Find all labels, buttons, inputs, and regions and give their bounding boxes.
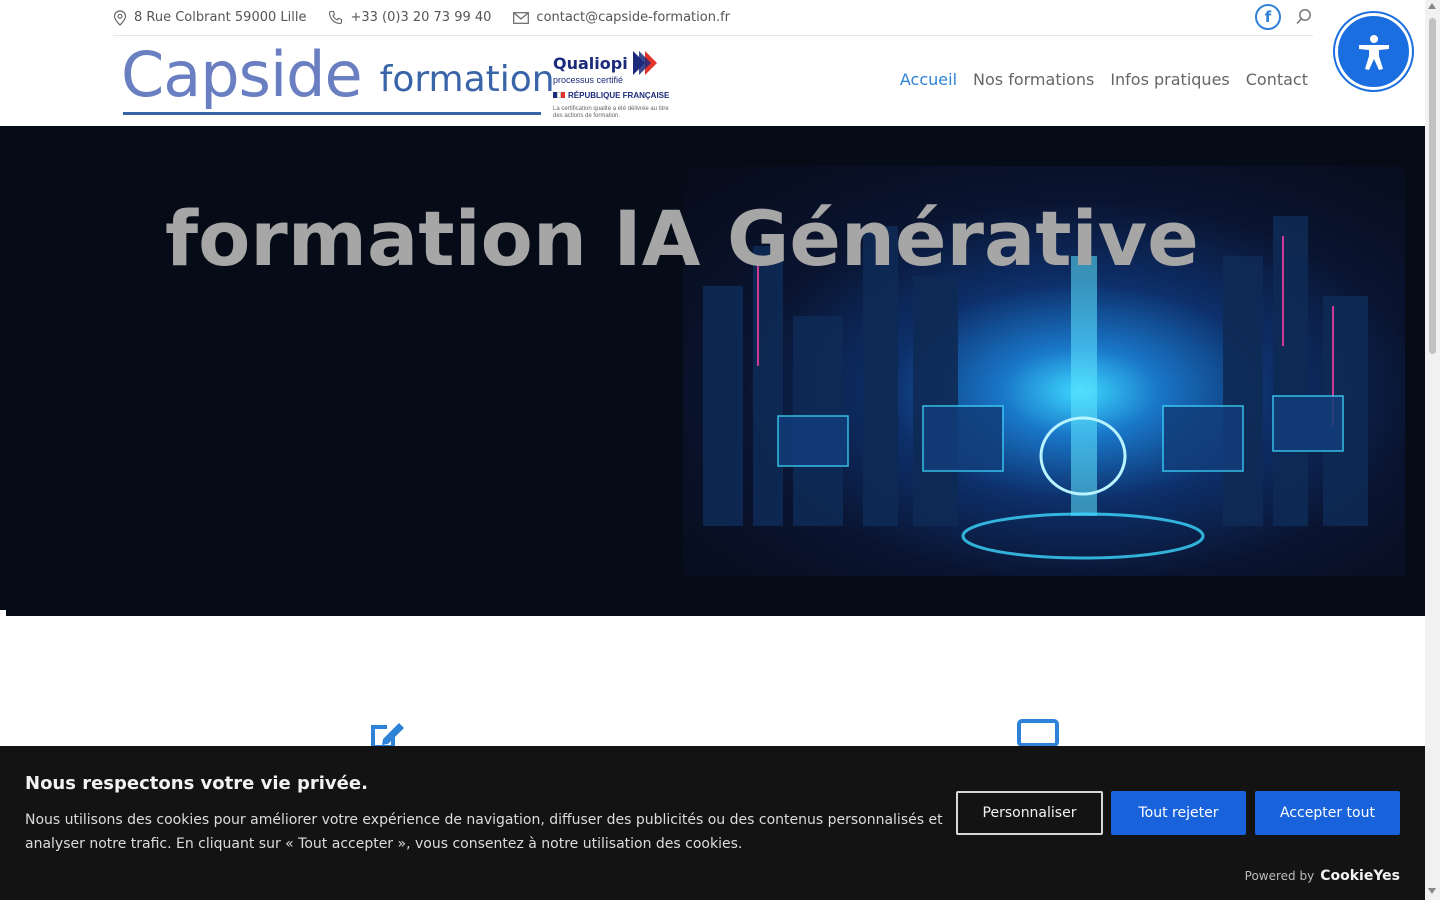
hero-banner: formation IA Générative bbox=[0, 126, 1425, 616]
address-info: 8 Rue Colbrant 59000 Lille bbox=[113, 9, 307, 26]
qualiopi-arrows-icon bbox=[632, 51, 657, 75]
powered-by: Powered by CookieYes bbox=[1245, 868, 1400, 884]
email-text[interactable]: contact@capside-formation.fr bbox=[536, 10, 730, 25]
page-scrollbar[interactable] bbox=[1425, 0, 1440, 900]
search-icon[interactable] bbox=[1295, 8, 1313, 26]
nav-item-nos-formations[interactable]: Nos formations bbox=[973, 70, 1094, 89]
qualiopi-title: Qualiopi bbox=[553, 53, 628, 73]
scroll-up-arrow-icon[interactable] bbox=[1428, 3, 1436, 9]
hero-corner-mark bbox=[0, 610, 6, 616]
site-logo[interactable]: Capside formation bbox=[121, 44, 555, 106]
cookieyes-logo[interactable]: CookieYes bbox=[1320, 868, 1400, 884]
logo-brand: Capside bbox=[121, 38, 363, 111]
top-info-bar: 8 Rue Colbrant 59000 Lille +33 (0)3 20 7… bbox=[113, 0, 1313, 36]
qualiopi-republique: RÉPUBLIQUE FRANÇAISE bbox=[553, 91, 673, 100]
cookie-banner: Nous respectons votre vie privée. Nous u… bbox=[0, 746, 1425, 900]
phone-text[interactable]: +33 (0)3 20 73 99 40 bbox=[350, 10, 491, 25]
qualiopi-note: La certification qualité a été délivrée … bbox=[553, 106, 669, 119]
mail-icon bbox=[513, 11, 530, 24]
scroll-down-arrow-icon[interactable] bbox=[1428, 888, 1436, 894]
qualiopi-badge: Qualiopi processus certifié RÉPUBLIQUE F… bbox=[553, 50, 673, 120]
location-pin-icon bbox=[113, 9, 127, 26]
nav-item-infos-pratiques[interactable]: Infos pratiques bbox=[1110, 70, 1229, 89]
site-header: Capside formation Qualiopi processus cer… bbox=[113, 36, 1313, 126]
customize-button[interactable]: Personnaliser bbox=[956, 791, 1103, 835]
address-text: 8 Rue Colbrant 59000 Lille bbox=[134, 10, 307, 25]
reject-all-button[interactable]: Tout rejeter bbox=[1111, 791, 1246, 835]
logo-underline bbox=[123, 112, 541, 115]
logo-sub: formation bbox=[379, 59, 555, 100]
cookie-title: Nous respectons votre vie privée. bbox=[25, 773, 368, 794]
facebook-icon[interactable]: f bbox=[1255, 4, 1281, 30]
nav-item-accueil[interactable]: Accueil bbox=[900, 70, 957, 89]
accessibility-icon bbox=[1358, 34, 1389, 70]
email-info[interactable]: contact@capside-formation.fr bbox=[513, 10, 730, 25]
phone-info[interactable]: +33 (0)3 20 73 99 40 bbox=[328, 10, 491, 25]
scrollbar-thumb[interactable] bbox=[1429, 18, 1436, 354]
laptop-icon bbox=[1017, 719, 1059, 747]
qualiopi-sub: processus certifié bbox=[553, 75, 624, 85]
accept-all-button[interactable]: Accepter tout bbox=[1255, 791, 1400, 835]
accessibility-button[interactable] bbox=[1335, 13, 1412, 90]
nav-item-contact[interactable]: Contact bbox=[1246, 70, 1308, 89]
cookie-text: Nous utilisons des cookies pour améliore… bbox=[25, 812, 943, 852]
topbar-actions: f bbox=[1255, 4, 1313, 30]
edit-icon bbox=[371, 723, 404, 749]
main-nav: Accueil Nos formations Infos pratiques C… bbox=[884, 70, 1308, 89]
powered-by-text: Powered by bbox=[1244, 869, 1315, 883]
hero-title: formation IA Générative bbox=[165, 194, 1199, 283]
phone-icon bbox=[329, 10, 343, 25]
